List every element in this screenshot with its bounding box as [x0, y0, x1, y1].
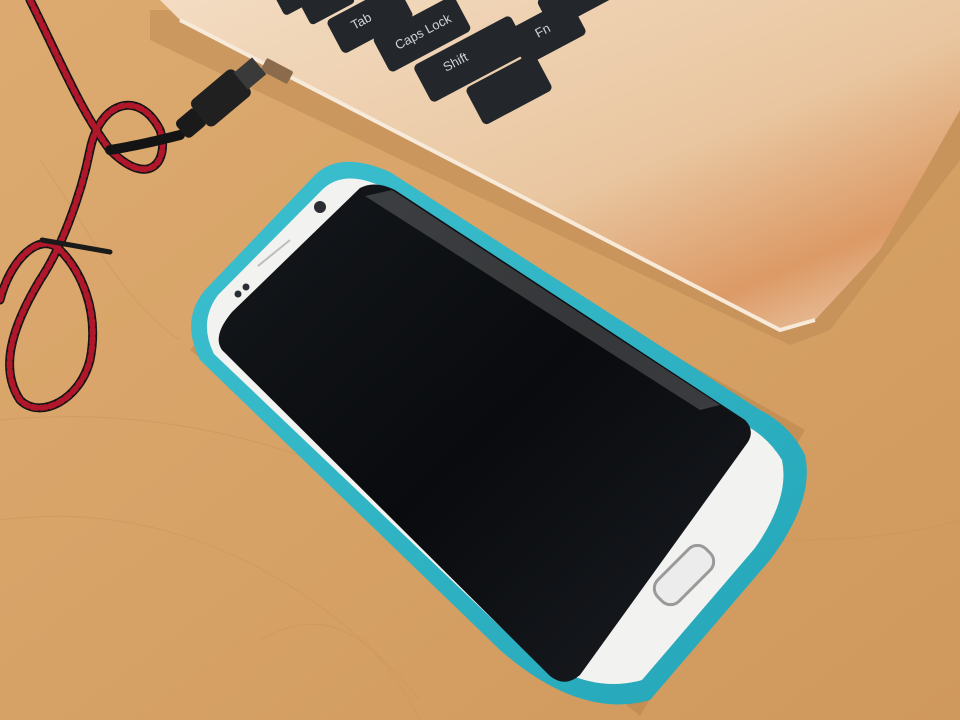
sensor-dot — [234, 290, 242, 298]
photo-scene: Tab Caps Lock Shift Fn — [0, 0, 960, 720]
sensor-dot — [242, 283, 250, 291]
front-camera — [314, 201, 326, 213]
